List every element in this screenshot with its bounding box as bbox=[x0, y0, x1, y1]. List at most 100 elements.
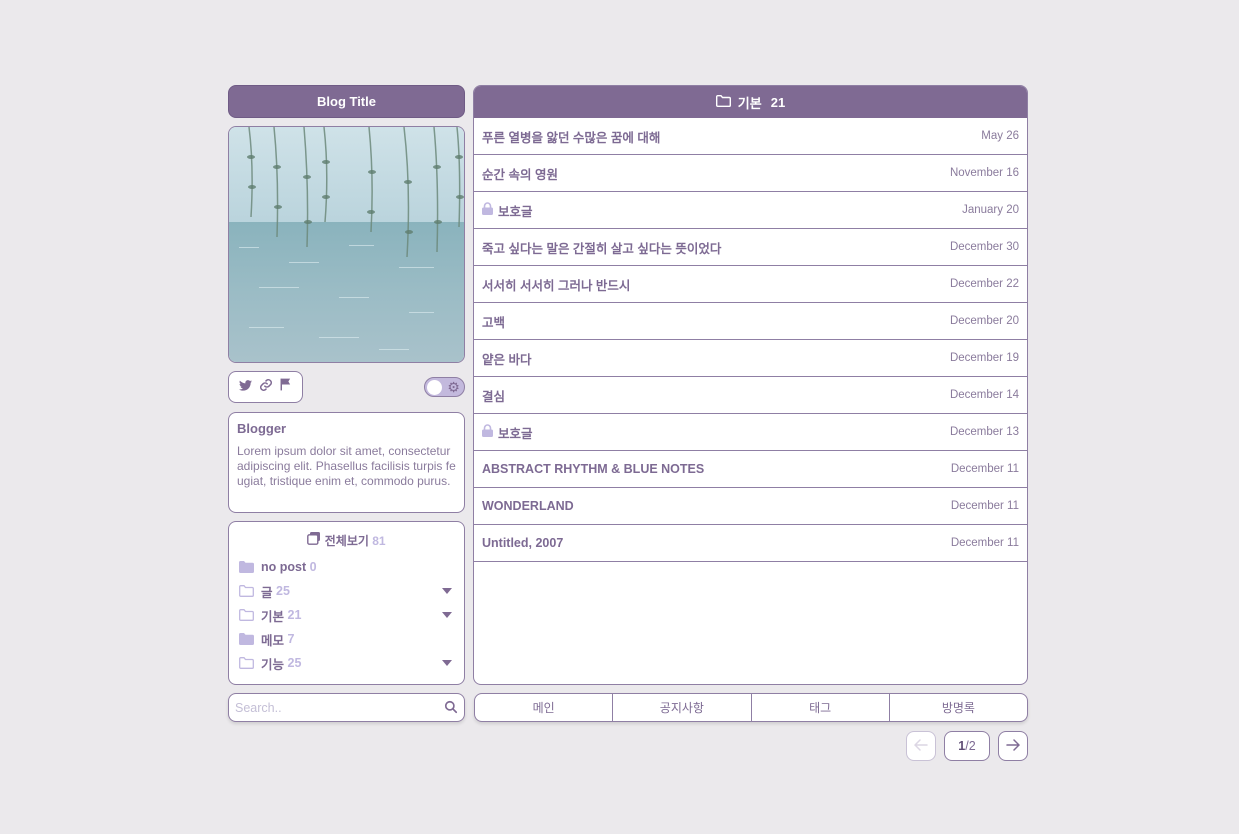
search-icon[interactable] bbox=[444, 700, 458, 719]
post-date: December 11 bbox=[950, 463, 1019, 475]
category-label: 기본 bbox=[261, 609, 285, 624]
arrow-right-icon bbox=[1006, 738, 1021, 754]
folder-stack-icon bbox=[307, 532, 324, 548]
post-row[interactable]: 고백 December 20 bbox=[474, 303, 1027, 340]
lock-icon bbox=[482, 424, 493, 440]
category-label: 기능 bbox=[261, 657, 285, 672]
chevron-down-icon[interactable] bbox=[442, 660, 452, 666]
bottom-nav: 메인 공지사항 태그 방명록 bbox=[474, 693, 1028, 722]
twitter-icon[interactable] bbox=[238, 378, 252, 396]
category-list: 전체보기 81 no post 0 글 25 기본 21 메모 7 기능 25 bbox=[228, 521, 465, 685]
profile-card: Blogger Lorem ipsum dolor sit amet, cons… bbox=[228, 412, 465, 513]
post-title-wrap: 보호글 bbox=[482, 423, 533, 442]
chevron-down-icon[interactable] bbox=[442, 588, 452, 594]
nav-main[interactable]: 메인 bbox=[475, 694, 614, 721]
category-all-label: 전체보기 bbox=[324, 534, 369, 548]
category-header: 기본 21 bbox=[474, 86, 1027, 118]
folder-filled-icon bbox=[239, 633, 254, 645]
link-icon[interactable] bbox=[259, 378, 273, 397]
blogger-description: Lorem ipsum dolor sit amet, consectetur … bbox=[237, 444, 456, 488]
post-row[interactable]: Untitled, 2007 December 11 bbox=[474, 525, 1027, 562]
post-date: December 11 bbox=[950, 500, 1019, 512]
gear-icon: ⚙ bbox=[447, 379, 460, 395]
post-title[interactable]: 죽고 싶다는 말은 간절히 살고 싶다는 뜻이었다 bbox=[482, 238, 721, 257]
category-label: no post bbox=[261, 560, 307, 574]
post-title-wrap: 결심 bbox=[482, 386, 505, 405]
category-count: 7 bbox=[287, 632, 295, 646]
post-title[interactable]: 결심 bbox=[482, 386, 505, 405]
post-row[interactable]: 보호글 January 20 bbox=[474, 192, 1027, 229]
post-row[interactable]: 푸른 열병을 앓던 수많은 꿈에 대해 May 26 bbox=[474, 118, 1027, 155]
post-title[interactable]: 고백 bbox=[482, 312, 505, 331]
post-title-wrap: 고백 bbox=[482, 312, 505, 331]
category-item-memo[interactable]: 메모 7 bbox=[239, 627, 454, 651]
next-page-button[interactable] bbox=[998, 731, 1028, 761]
post-row[interactable]: 순간 속의 영원 November 16 bbox=[474, 155, 1027, 192]
profile-image bbox=[228, 126, 465, 363]
post-title-wrap: ABSTRACT RHYTHM & BLUE NOTES bbox=[482, 462, 704, 476]
chevron-down-icon[interactable] bbox=[442, 612, 452, 618]
post-row[interactable]: 결심 December 14 bbox=[474, 377, 1027, 414]
post-title-wrap: 순간 속의 영원 bbox=[482, 164, 558, 183]
post-row[interactable]: 죽고 싶다는 말은 간절히 살고 싶다는 뜻이었다 December 30 bbox=[474, 229, 1027, 266]
category-count: 25 bbox=[287, 656, 302, 670]
blogger-name: Blogger bbox=[237, 421, 287, 436]
flag-icon[interactable] bbox=[280, 378, 292, 396]
post-title[interactable]: 푸른 열병을 앓던 수많은 꿈에 대해 bbox=[482, 127, 660, 146]
post-title-wrap: 보호글 bbox=[482, 201, 533, 220]
post-list-panel: 기본 21 푸른 열병을 앓던 수많은 꿈에 대해 May 26 순간 속의 영원 N… bbox=[473, 85, 1028, 685]
post-title-wrap: WONDERLAND bbox=[482, 499, 574, 513]
blog-title[interactable]: Blog Title bbox=[228, 85, 465, 118]
theme-toggle[interactable]: ⚙ bbox=[424, 377, 465, 397]
post-date: December 30 bbox=[949, 241, 1019, 253]
post-row[interactable]: 얕은 바다 December 19 bbox=[474, 340, 1027, 377]
post-title-wrap: 푸른 열병을 앓던 수많은 꿈에 대해 bbox=[482, 127, 660, 146]
post-title-wrap: 얕은 바다 bbox=[482, 349, 531, 368]
category-all-count: 81 bbox=[372, 534, 386, 548]
post-row[interactable]: ABSTRACT RHYTHM & BLUE NOTES December 11 bbox=[474, 451, 1027, 488]
post-title[interactable]: 보호글 bbox=[498, 423, 533, 442]
current-page: 1 bbox=[958, 739, 966, 753]
post-date: November 16 bbox=[949, 167, 1019, 179]
folder-filled-icon bbox=[239, 561, 254, 573]
post-date: December 13 bbox=[949, 426, 1019, 438]
post-title[interactable]: 서서히 서서히 그러나 반드시 bbox=[482, 275, 630, 294]
category-header-label: 기본 bbox=[737, 95, 762, 111]
post-date: December 11 bbox=[950, 537, 1019, 549]
arrow-left-icon bbox=[913, 738, 928, 754]
nav-notice[interactable]: 공지사항 bbox=[613, 694, 752, 721]
search-input[interactable] bbox=[229, 694, 429, 721]
lock-icon bbox=[482, 202, 493, 218]
post-title[interactable]: 순간 속의 영원 bbox=[482, 164, 558, 183]
category-item-basic[interactable]: 기본 21 bbox=[239, 603, 454, 627]
nav-guestbook[interactable]: 방명록 bbox=[890, 694, 1027, 721]
blog-title-text: Blog Title bbox=[317, 94, 376, 109]
post-date: December 20 bbox=[949, 315, 1019, 327]
category-item-no-post[interactable]: no post 0 bbox=[239, 555, 454, 579]
post-title[interactable]: WONDERLAND bbox=[482, 499, 574, 513]
category-label: 글 bbox=[261, 585, 273, 600]
post-row[interactable]: 보호글 December 13 bbox=[474, 414, 1027, 451]
post-row[interactable]: 서서히 서서히 그러나 반드시 December 22 bbox=[474, 266, 1027, 303]
category-item-writing[interactable]: 글 25 bbox=[239, 579, 454, 603]
folder-outline-icon bbox=[239, 609, 254, 621]
post-title[interactable]: 보호글 bbox=[498, 201, 533, 220]
post-title-wrap: 서서히 서서히 그러나 반드시 bbox=[482, 275, 630, 294]
social-links bbox=[228, 371, 303, 403]
post-date: December 19 bbox=[949, 352, 1019, 364]
post-title[interactable]: ABSTRACT RHYTHM & BLUE NOTES bbox=[482, 462, 704, 476]
post-date: December 14 bbox=[949, 389, 1019, 401]
category-all[interactable]: 전체보기 81 bbox=[239, 532, 454, 549]
category-item-feature[interactable]: 기능 25 bbox=[239, 651, 454, 675]
post-title-wrap: 죽고 싶다는 말은 간절히 살고 싶다는 뜻이었다 bbox=[482, 238, 721, 257]
total-pages: 2 bbox=[968, 739, 976, 753]
folder-outline-icon bbox=[715, 94, 731, 110]
folder-outline-icon bbox=[239, 657, 254, 669]
post-title[interactable]: Untitled, 2007 bbox=[482, 536, 563, 550]
post-date: December 22 bbox=[949, 278, 1019, 290]
post-title-wrap: Untitled, 2007 bbox=[482, 536, 563, 550]
prev-page-button[interactable] bbox=[906, 731, 936, 761]
post-row[interactable]: WONDERLAND December 11 bbox=[474, 488, 1027, 525]
nav-tags[interactable]: 태그 bbox=[752, 694, 890, 721]
post-title[interactable]: 얕은 바다 bbox=[482, 349, 531, 368]
